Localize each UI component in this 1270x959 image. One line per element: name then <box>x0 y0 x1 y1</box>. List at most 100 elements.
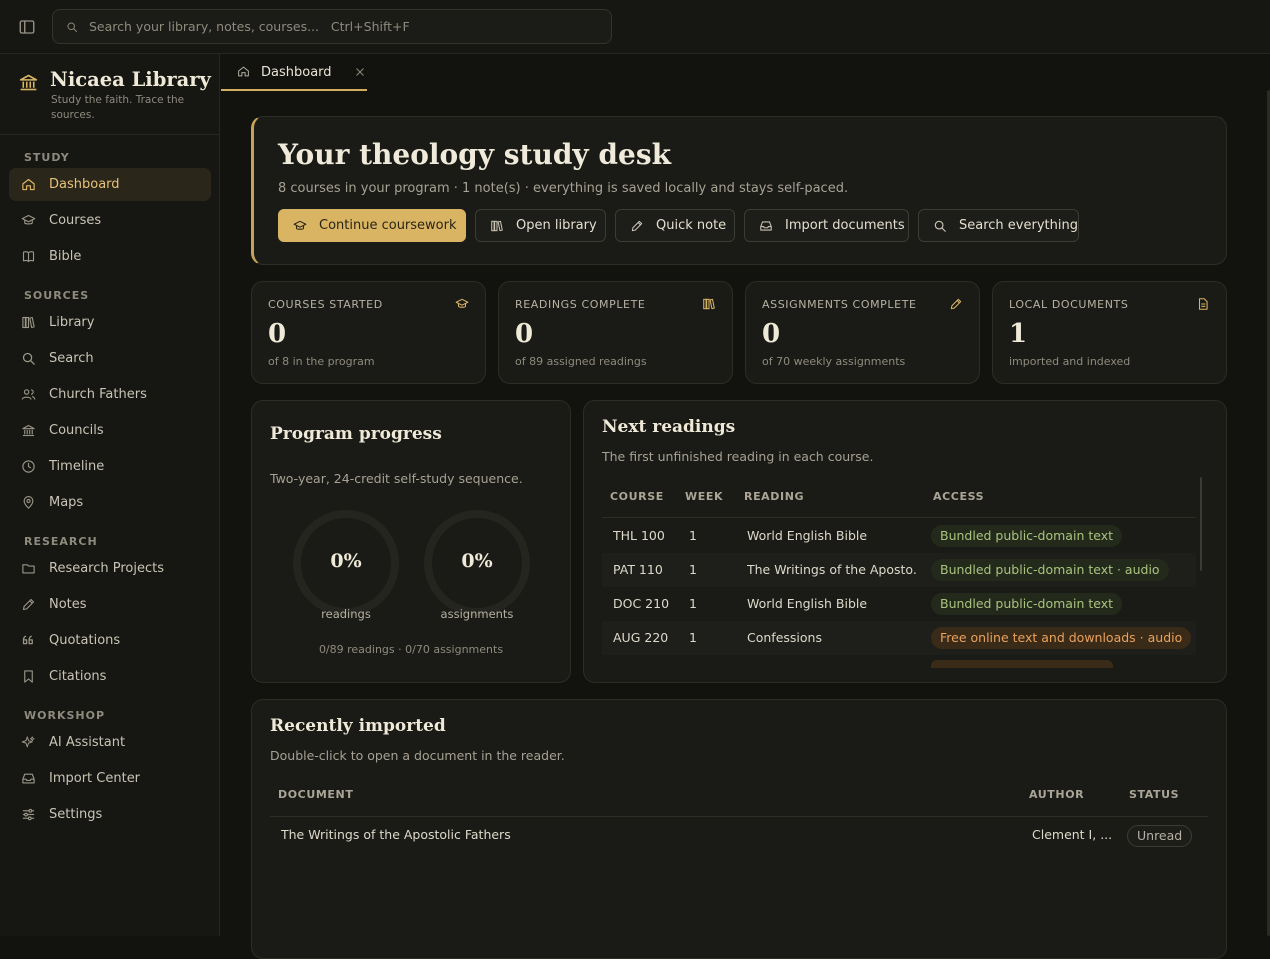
cell-course: AUG 220 <box>613 630 669 645</box>
cell-course: PAT 110 <box>613 562 663 577</box>
cell-week: 1 <box>689 528 697 543</box>
col-header-reading[interactable]: READING <box>744 490 804 503</box>
sidebar-item-councils[interactable]: Councils <box>9 414 211 447</box>
table-row[interactable]: DOC 210 1 World English Bible Bundled pu… <box>602 587 1196 621</box>
sidebar-item-ai-assistant[interactable]: AI Assistant <box>9 726 211 759</box>
col-header-document[interactable]: DOCUMENT <box>278 788 353 801</box>
cell-reading: World English Bible <box>747 596 868 611</box>
graduation-cap-icon <box>455 297 469 311</box>
cell-reading: The Writings of the Aposto... <box>747 562 917 577</box>
sidebar-item-label: AI Assistant <box>49 735 126 750</box>
button-label: Import documents <box>785 218 905 233</box>
pencil-icon <box>21 597 36 612</box>
sidebar-item-label: Councils <box>49 423 104 438</box>
sidebar-item-library[interactable]: Library <box>9 306 211 339</box>
continue-coursework-button[interactable]: Continue coursework <box>278 209 466 242</box>
graduation-cap-icon <box>21 213 36 228</box>
stat-label: ASSIGNMENTS COMPLETE <box>762 298 917 311</box>
status-badge: Unread <box>1127 825 1193 847</box>
col-header-access[interactable]: ACCESS <box>933 490 984 503</box>
tab-label: Dashboard <box>261 65 332 80</box>
stat-value: 0 <box>515 319 534 349</box>
access-badge: Bundled public-domain text · audio <box>931 559 1169 581</box>
sidebar-item-dashboard[interactable]: Dashboard <box>9 168 211 201</box>
sidebar-item-timeline[interactable]: Timeline <box>9 450 211 483</box>
sidebar-item-quotations[interactable]: Quotations <box>9 624 211 657</box>
table-divider <box>602 517 1196 518</box>
table-row[interactable]: The Writings of the Apostolic Fathers Cl… <box>270 818 1208 854</box>
stat-sub: of 89 assigned readings <box>515 355 647 368</box>
sidebar-item-import-center[interactable]: Import Center <box>9 762 211 795</box>
cell-author: Clement I, ... <box>1032 827 1112 842</box>
nav-section-workshop: WORKSHOP <box>24 709 106 722</box>
close-icon[interactable] <box>354 66 366 78</box>
sidebar-item-label: Dashboard <box>49 177 120 192</box>
table-scrollbar[interactable] <box>1200 477 1202 571</box>
stat-value: 0 <box>268 319 287 349</box>
table-row[interactable]: AUG 220 1 Confessions Free online text a… <box>602 621 1196 655</box>
top-bar <box>0 0 1270 54</box>
sidebar-item-label: Timeline <box>49 459 105 474</box>
sidebar-toggle-icon[interactable] <box>18 18 36 36</box>
sidebar-item-settings[interactable]: Settings <box>9 798 211 831</box>
sidebar-item-maps[interactable]: Maps <box>9 486 211 519</box>
access-badge: Bundled public-domain text <box>931 525 1123 547</box>
nav-section-study: STUDY <box>24 151 70 164</box>
col-header-week[interactable]: WEEK <box>685 490 723 503</box>
quote-icon <box>21 633 36 648</box>
search-everything-button[interactable]: Search everything <box>918 209 1079 242</box>
col-header-author[interactable]: AUTHOR <box>1029 788 1084 801</box>
sidebar-item-research-projects[interactable]: Research Projects <box>9 552 211 585</box>
sidebar-item-search[interactable]: Search <box>9 342 211 375</box>
assignments-ring-label: assignments <box>440 607 514 621</box>
access-badge: Free online text and downloads · audio <box>931 627 1192 649</box>
tab-dashboard[interactable]: Dashboard <box>221 54 367 91</box>
pencil-icon <box>630 219 644 233</box>
sidebar: Nicaea Library Study the faith. Trace th… <box>0 54 220 936</box>
stat-courses-started: COURSES STARTED 0 of 8 in the program <box>251 281 486 384</box>
sidebar-item-label: Notes <box>49 597 87 612</box>
inbox-icon <box>759 219 773 233</box>
landmark-icon <box>18 72 39 93</box>
books-icon <box>21 315 36 330</box>
sidebar-item-label: Citations <box>49 669 107 684</box>
sparkles-icon <box>21 735 36 750</box>
button-label: Continue coursework <box>319 218 457 233</box>
global-search[interactable] <box>52 9 612 44</box>
table-row[interactable]: PAT 110 1 The Writings of the Aposto... … <box>602 553 1196 587</box>
col-header-status[interactable]: STATUS <box>1129 788 1179 801</box>
cell-week: 1 <box>689 630 697 645</box>
col-header-course[interactable]: COURSE <box>610 490 664 503</box>
sidebar-item-bible[interactable]: Bible <box>9 240 211 273</box>
next-readings-title: Next readings <box>602 417 736 437</box>
sidebar-item-label: Quotations <box>49 633 121 648</box>
cell-reading: World English Bible <box>747 528 868 543</box>
global-search-input[interactable] <box>89 10 589 43</box>
cell-reading: Confessions <box>747 630 822 645</box>
quick-note-button[interactable]: Quick note <box>615 209 735 242</box>
readings-ring: 0% <box>291 508 401 618</box>
users-icon <box>21 387 36 402</box>
recently-imported-card: Recently imported Double-click to open a… <box>251 699 1227 959</box>
open-library-button[interactable]: Open library <box>475 209 606 242</box>
assignments-ring: 0% <box>422 508 532 618</box>
readings-percent: 0% <box>330 550 362 572</box>
program-progress-card: Program progress Two-year, 24-credit sel… <box>251 400 571 683</box>
recent-title: Recently imported <box>270 716 446 736</box>
import-documents-button[interactable]: Import documents <box>744 209 909 242</box>
landmark-icon <box>21 423 36 438</box>
sidebar-item-label: Library <box>49 315 95 330</box>
map-pin-icon <box>21 495 36 510</box>
table-row[interactable]: THL 100 1 World English Bible Bundled pu… <box>602 519 1196 553</box>
brand: Nicaea Library Study the faith. Trace th… <box>0 54 219 135</box>
cell-course: DOC 210 <box>613 596 670 611</box>
brand-subtitle: Study the faith. Trace the sources. <box>51 94 185 121</box>
sidebar-item-citations[interactable]: Citations <box>9 660 211 693</box>
stat-sub: imported and indexed <box>1009 355 1131 368</box>
progress-footer: 0/89 readings · 0/70 assignments <box>318 643 504 656</box>
sidebar-item-notes[interactable]: Notes <box>9 588 211 621</box>
search-icon <box>66 21 78 33</box>
sidebar-item-church-fathers[interactable]: Church Fathers <box>9 378 211 411</box>
sidebar-item-courses[interactable]: Courses <box>9 204 211 237</box>
search-icon <box>933 219 947 233</box>
